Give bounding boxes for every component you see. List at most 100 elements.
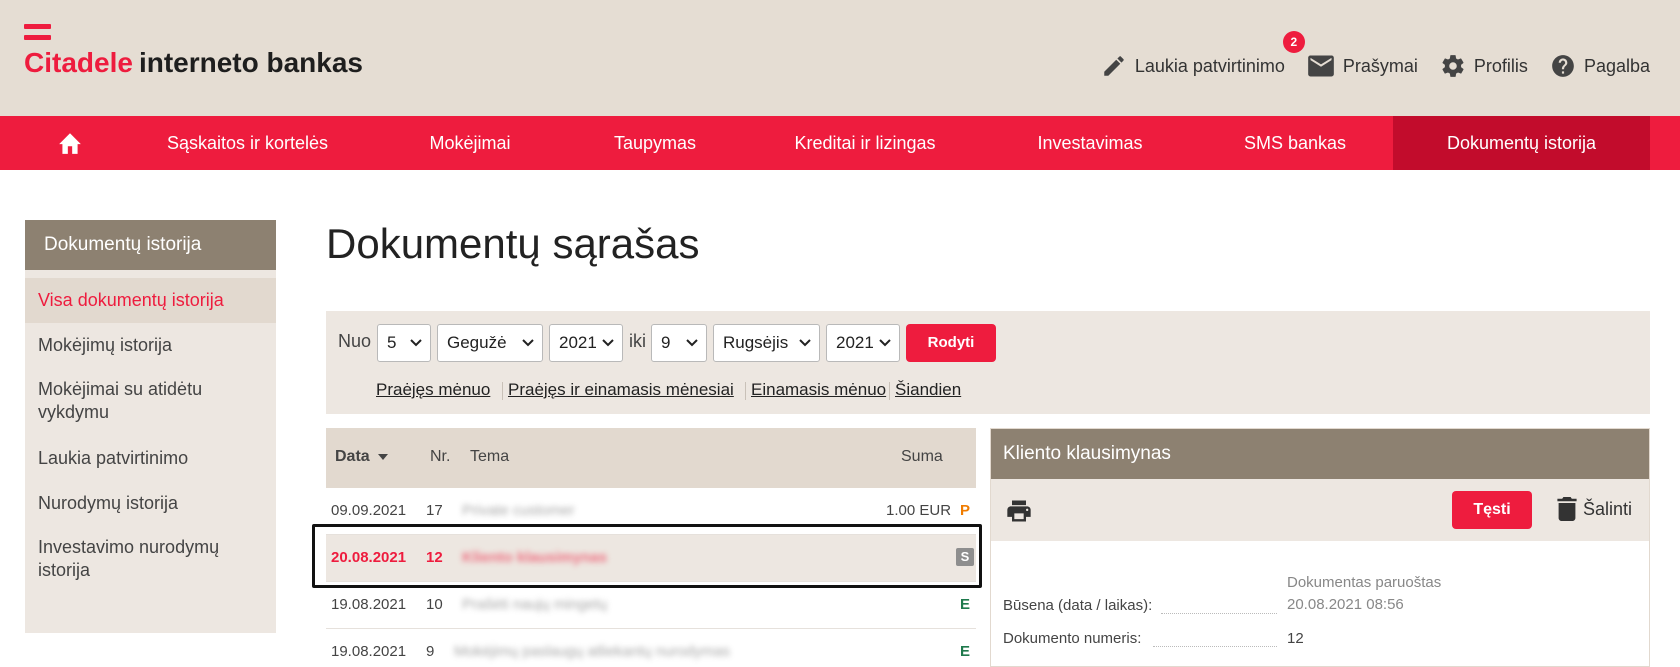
- row-status: E: [960, 643, 971, 660]
- document-detail-panel: Kliento klausimynas Tęsti Šalinti Dokume…: [990, 428, 1650, 667]
- quick-link-last-month[interactable]: Praėjęs mėnuo: [376, 380, 490, 400]
- nav-home[interactable]: [40, 116, 100, 170]
- help-icon: [1552, 55, 1574, 77]
- status-label: Būsena (data / laikas):: [1003, 597, 1153, 614]
- row-subject: Mokėjimų paslaugų atliekantų nurodymas: [454, 643, 730, 660]
- to-label: iki: [629, 331, 646, 351]
- row-nr: 10: [426, 596, 443, 613]
- show-button[interactable]: Rodyti: [906, 324, 996, 362]
- chevron-down-icon: [799, 339, 811, 347]
- logo-mark-icon: [24, 24, 51, 42]
- nav-sms-banking[interactable]: SMS bankas: [1215, 116, 1375, 170]
- chevron-down-icon: [602, 339, 614, 347]
- delete-label: Šalinti: [1583, 498, 1633, 519]
- sidebar: Dokumentų istorija Visa dokumentų istori…: [25, 220, 276, 633]
- nav-credits-leasing[interactable]: Kreditai ir lizingas: [770, 116, 960, 170]
- trash-icon: [1557, 497, 1577, 521]
- sidebar-item-pending-approval[interactable]: Laukia patvirtinimo: [25, 436, 276, 481]
- delete-button[interactable]: Šalinti: [1557, 497, 1632, 521]
- status-value: Dokumentas paruoštas: [1287, 574, 1442, 591]
- sidebar-title: Dokumentų istorija: [25, 220, 276, 270]
- column-date-label: Data: [335, 448, 370, 465]
- nav-investing[interactable]: Investavimas: [1000, 116, 1180, 170]
- dotted-leader: [1161, 613, 1277, 614]
- detail-title: Kliento klausimynas: [991, 429, 1649, 479]
- mail-icon: [1308, 55, 1334, 77]
- to-month-value: Rugsėjis: [723, 333, 789, 352]
- documents-table: Data Nr. Tema Suma 09.09.2021 17 Private…: [326, 428, 976, 667]
- gear-icon: [1442, 55, 1464, 77]
- chevron-down-icon: [686, 339, 698, 347]
- continue-button[interactable]: Tęsti: [1452, 491, 1532, 529]
- sidebar-item-investment-orders[interactable]: Investavimo nurodymų istorija: [25, 526, 245, 594]
- page-title: Dokumentų sąrašas: [326, 220, 700, 267]
- column-amount-header: Suma: [901, 448, 943, 465]
- logo[interactable]: Citadele interneto bankas: [24, 24, 363, 78]
- home-icon: [59, 133, 81, 154]
- column-date-header[interactable]: Data: [335, 448, 389, 466]
- docnum-label: Dokumento numeris:: [1003, 630, 1142, 647]
- to-year-select[interactable]: 2021: [826, 324, 900, 362]
- row-status: E: [960, 596, 971, 613]
- nav-accounts-cards[interactable]: Sąskaitos ir kortelės: [150, 116, 345, 170]
- to-month-select[interactable]: Rugsėjis: [713, 324, 820, 362]
- profile-link[interactable]: Profilis: [1440, 53, 1528, 79]
- printer-icon[interactable]: [1005, 498, 1033, 524]
- dotted-leader: [1153, 646, 1277, 647]
- sidebar-item-payment-history[interactable]: Mokėjimų istorija: [25, 323, 276, 368]
- from-year-select[interactable]: 2021: [549, 324, 623, 362]
- row-subject: Kliento klausimynas: [462, 549, 608, 566]
- row-subject: Prašėti naujų mingetų: [462, 596, 608, 613]
- sidebar-item-order-history[interactable]: Nurodymų istorija: [25, 481, 276, 526]
- detail-toolbar: Tęsti Šalinti: [991, 479, 1649, 541]
- docnum-value: 12: [1287, 630, 1304, 647]
- row-subject: Private customer: [462, 502, 575, 519]
- from-month-value: Gegužė: [447, 333, 507, 352]
- pending-count-badge: 2: [1282, 31, 1305, 53]
- requests-label: Prašymai: [1342, 55, 1418, 76]
- row-date: 19.08.2021: [331, 643, 407, 660]
- chevron-down-icon: [879, 339, 891, 347]
- requests-link[interactable]: Prašymai: [1307, 54, 1418, 78]
- table-row-selected[interactable]: 20.08.2021 12 Kliento klausimynas S: [326, 535, 976, 582]
- from-day-value: 5: [387, 333, 397, 352]
- row-status: S: [956, 548, 974, 566]
- quick-link-divider: [889, 382, 890, 400]
- row-amount: 1.00 EUR: [886, 502, 952, 519]
- table-row[interactable]: 19.08.2021 9 Mokėjimų paslaugų atliekant…: [326, 629, 976, 667]
- table-row[interactable]: 19.08.2021 10 Prašėti naujų mingetų E: [326, 582, 976, 629]
- logo-brand-text: Citadele: [24, 47, 133, 78]
- profile-label: Profilis: [1473, 55, 1528, 76]
- quick-link-last-and-current-month[interactable]: Praėjęs ir einamasis mėnesiai: [508, 380, 734, 400]
- header: Citadele interneto bankas Laukia patvirti…: [0, 0, 1680, 116]
- from-month-select[interactable]: Gegužė: [437, 324, 543, 362]
- nav-payments[interactable]: Mokėjimai: [395, 116, 545, 170]
- from-label: Nuo: [338, 331, 372, 351]
- quick-link-divider: [745, 382, 746, 400]
- help-label: Pagalba: [1583, 55, 1650, 76]
- table-header: Data Nr. Tema Suma: [326, 428, 976, 488]
- chevron-down-icon: [410, 339, 422, 347]
- nav-savings[interactable]: Taupymas: [575, 116, 735, 170]
- column-subject-header: Tema: [470, 448, 510, 465]
- row-nr: 12: [426, 549, 443, 566]
- help-link[interactable]: Pagalba: [1550, 53, 1650, 79]
- sidebar-item-deferred-payments[interactable]: Mokėjimai su atidėtu vykdymu: [25, 368, 235, 436]
- quick-link-current-month[interactable]: Einamasis mėnuo: [751, 380, 886, 400]
- pencil-icon: [1104, 56, 1124, 76]
- row-nr: 17: [426, 502, 443, 519]
- to-day-select[interactable]: 9: [651, 324, 707, 362]
- row-date: 09.09.2021: [331, 502, 407, 519]
- to-year-value: 2021: [836, 333, 874, 352]
- nav-document-history[interactable]: Dokumentų istorija: [1393, 116, 1650, 170]
- pending-approval-label: Laukia patvirtinimo: [1134, 55, 1285, 76]
- from-day-select[interactable]: 5: [377, 324, 431, 362]
- table-row[interactable]: 09.09.2021 17 Private customer 1.00 EUR …: [326, 488, 976, 535]
- row-status: P: [960, 502, 971, 519]
- pending-approval-link[interactable]: Laukia patvirtinimo 2: [1101, 31, 1305, 79]
- top-links: Laukia patvirtinimo 2 Prašymai Profilis …: [1079, 31, 1650, 82]
- quick-link-today[interactable]: Šiandien: [895, 380, 961, 400]
- from-year-value: 2021: [559, 333, 597, 352]
- main-nav: Sąskaitos ir kortelės Mokėjimai Taupymas…: [0, 116, 1680, 170]
- sidebar-item-all-documents[interactable]: Visa dokumentų istorija: [25, 278, 276, 323]
